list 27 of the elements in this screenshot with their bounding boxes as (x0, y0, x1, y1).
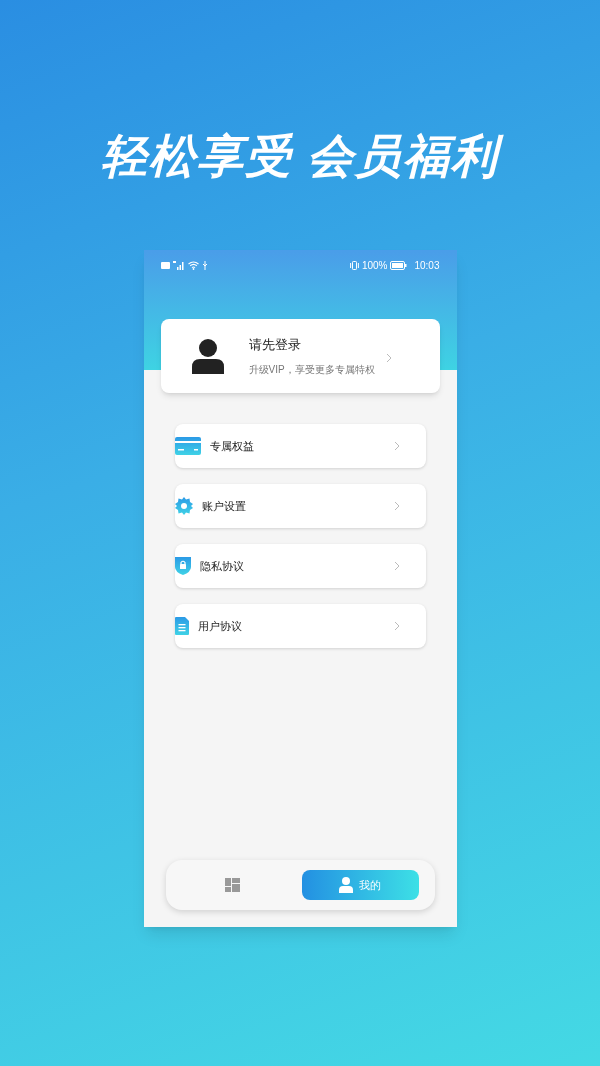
vibrate-icon (349, 260, 359, 270)
status-time: 10:03 (414, 258, 440, 273)
dashboard-icon (224, 878, 240, 892)
chevron-icon (393, 441, 400, 451)
card-icon (174, 437, 201, 455)
avatar-icon (191, 338, 224, 374)
hd-icon (160, 261, 170, 269)
chevron-icon (385, 353, 392, 363)
signal-icon (172, 260, 185, 270)
shield-lock-icon (174, 557, 191, 575)
person-icon (339, 877, 353, 893)
menu-item[interactable]: 隐私协议 (174, 544, 426, 588)
vip-subtitle: 升级VIP，享受更多专属特权 (248, 363, 375, 378)
menu-item[interactable]: 专属权益 (174, 424, 426, 468)
battery-icon (390, 260, 408, 270)
wifi-icon (187, 260, 199, 270)
battery-percentage: 100% (361, 258, 388, 273)
login-prompt: 请先登录 (248, 335, 302, 354)
chevron-icon (393, 561, 400, 571)
settings-icon (174, 497, 193, 515)
menu-item[interactable]: 账户设置 (174, 484, 426, 528)
profile-card[interactable]: 请先登录 升级VIP，享受更多专属特权 (160, 319, 440, 393)
chevron-icon (393, 621, 400, 631)
usb-icon (201, 260, 208, 270)
menu-item[interactable]: 用户协议 (174, 604, 426, 648)
document-icon (174, 617, 189, 635)
chevron-icon (393, 501, 400, 511)
